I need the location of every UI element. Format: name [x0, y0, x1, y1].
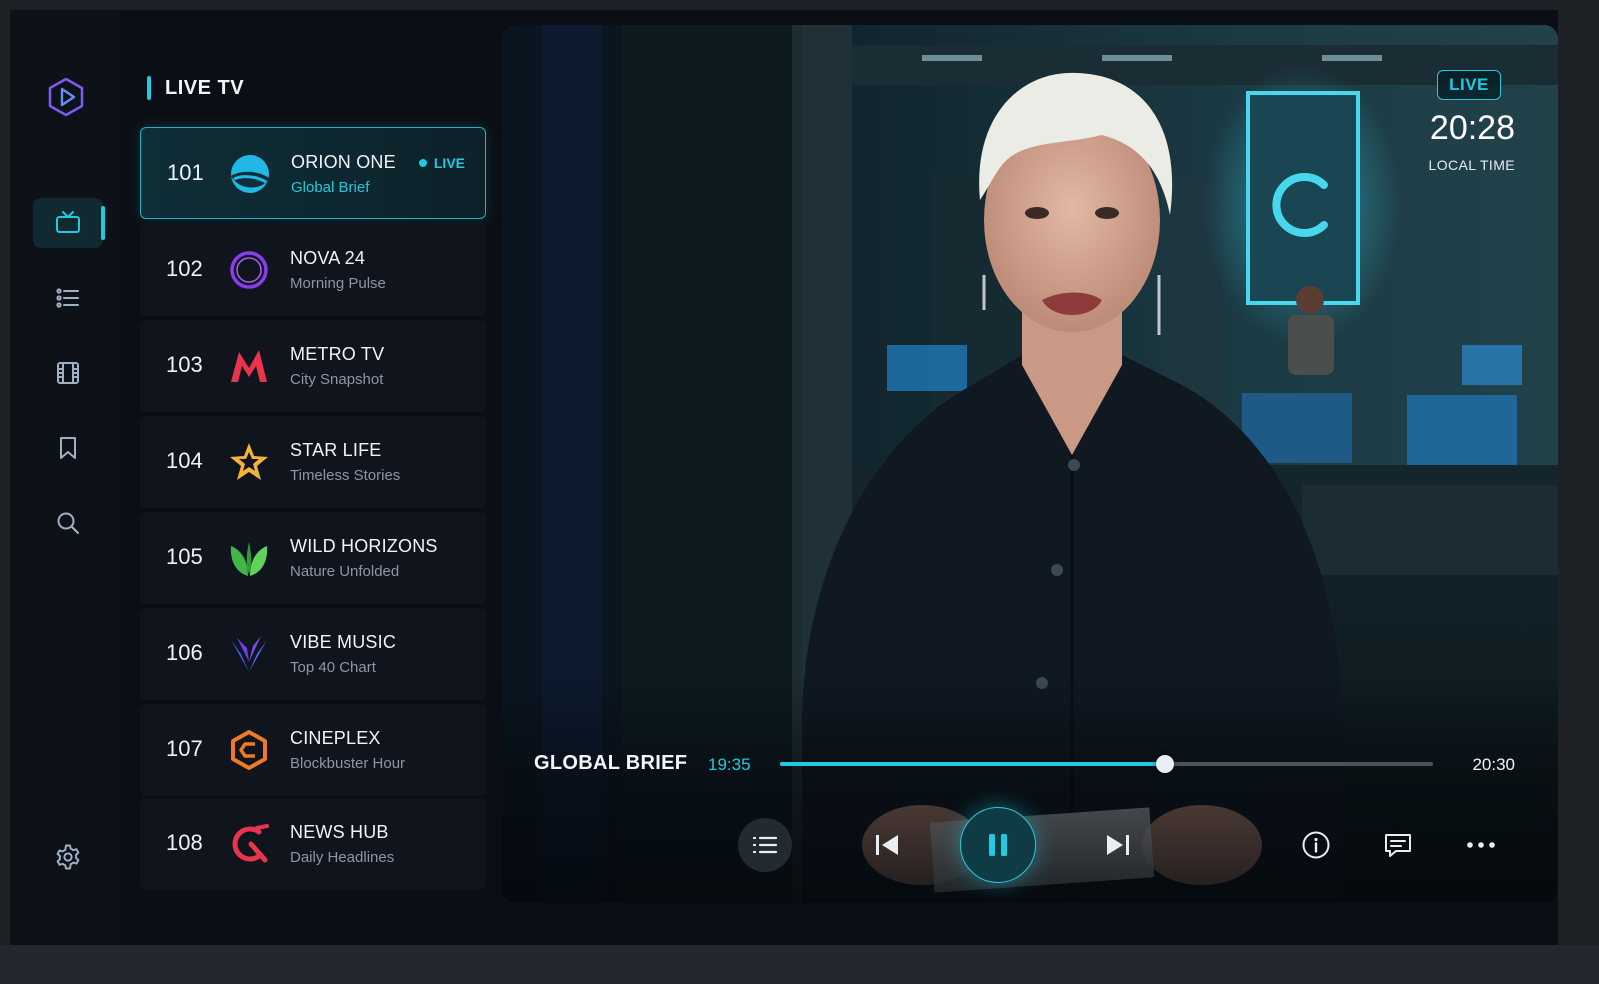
section-title: LIVE TV: [165, 76, 245, 99]
tv-icon: [56, 211, 80, 233]
more-options-button[interactable]: [1457, 821, 1505, 869]
channel-item[interactable]: 105 WILD HORIZONS Nature Unfolded: [140, 512, 486, 604]
channel-name: STAR LIFE: [290, 440, 382, 460]
orion-logo-icon: [231, 155, 269, 193]
cineplex-logo-icon: [231, 730, 267, 770]
app-logo-icon[interactable]: [45, 76, 87, 118]
channel-name: METRO TV: [290, 344, 385, 364]
channel-program: Nature Unfolded: [290, 563, 400, 580]
channel-name: NEWS HUB: [290, 822, 389, 842]
channel-item[interactable]: 106 VIBE MUSIC Top 40 Chart: [140, 608, 486, 700]
clock-label: LOCAL TIME: [1428, 157, 1515, 173]
list-icon: [752, 836, 778, 854]
nav-search[interactable]: [33, 498, 103, 548]
section-header: LIVE TV: [147, 74, 244, 102]
channel-program: Morning Pulse: [290, 275, 386, 292]
channel-item[interactable]: 108 NEWS HUB Daily Headlines: [140, 798, 486, 890]
channel-program: Daily Headlines: [290, 849, 395, 866]
channel-number: 106: [166, 640, 203, 665]
channel-list-panel: LIVE TV 101 ORION ONE Global Brief LIVE …: [121, 10, 502, 945]
channel-item[interactable]: 102 NOVA 24 Morning Pulse: [140, 224, 486, 316]
pause-icon: [989, 834, 1007, 856]
channel-name: ORION ONE: [291, 152, 396, 172]
info-button[interactable]: [1292, 821, 1340, 869]
channel-program: Blockbuster Hour: [290, 755, 406, 772]
nav-live-tv[interactable]: [33, 198, 103, 248]
tv-screen: LIVE TV 101 ORION ONE Global Brief LIVE …: [10, 10, 1558, 945]
nav-guide[interactable]: [33, 273, 103, 323]
leaf-logo-icon: [230, 542, 268, 576]
more-icon: [1467, 842, 1495, 848]
live-dot-icon: [418, 159, 427, 167]
tv-bezel: [0, 945, 1599, 984]
progress-fill: [780, 762, 1166, 766]
start-time: 19:35: [708, 755, 751, 774]
active-nav-indicator: [101, 206, 105, 240]
channel-name: NOVA 24: [290, 248, 366, 268]
channel-name: VIBE MUSIC: [290, 632, 397, 652]
channel-number: 108: [166, 830, 203, 855]
nav-movies[interactable]: [33, 348, 103, 398]
channel-number: 101: [167, 160, 204, 185]
next-button[interactable]: [1094, 821, 1142, 869]
clock-time: 20:28: [1429, 109, 1515, 147]
next-icon: [1107, 835, 1129, 855]
nova-logo-icon: [230, 251, 268, 289]
bookmark-icon: [60, 437, 76, 459]
previous-icon: [876, 835, 898, 855]
channel-program: Timeless Stories: [290, 467, 401, 484]
channel-program: City Snapshot: [290, 371, 384, 388]
search-icon: [57, 512, 80, 535]
nav-rail: [10, 10, 122, 945]
live-label: LIVE: [433, 155, 465, 171]
previous-button[interactable]: [863, 821, 911, 869]
nav-settings[interactable]: [33, 832, 103, 882]
vibe-logo-icon: [231, 636, 267, 672]
title-accent-bar: [147, 76, 151, 100]
newshub-logo-icon: [232, 824, 269, 863]
channel-item[interactable]: 104 STAR LIFE Timeless Stories: [140, 416, 486, 508]
metro-logo-icon: [231, 350, 267, 382]
channel-name: CINEPLEX: [290, 728, 381, 748]
channel-number: 107: [166, 736, 203, 761]
channel-program: Top 40 Chart: [290, 659, 376, 676]
channel-number: 105: [166, 544, 203, 569]
channel-item[interactable]: 103 METRO TV City Snapshot: [140, 320, 486, 412]
channel-number: 102: [166, 256, 203, 281]
channel-number: 103: [166, 352, 203, 377]
chat-icon: [1385, 834, 1411, 857]
subtitles-button[interactable]: [1374, 821, 1422, 869]
star-logo-icon: [230, 443, 268, 480]
channel-name: WILD HORIZONS: [290, 536, 438, 556]
end-time: 20:30: [1472, 755, 1515, 774]
film-icon: [57, 362, 79, 384]
pause-button[interactable]: [960, 807, 1036, 883]
channel-number: 104: [166, 448, 203, 473]
channel-item[interactable]: 101 ORION ONE Global Brief LIVE: [140, 127, 486, 219]
nav-saved[interactable]: [33, 423, 103, 473]
info-icon: [1302, 831, 1330, 859]
progress-bar[interactable]: [780, 755, 1433, 773]
channel-item[interactable]: 107 CINEPLEX Blockbuster Hour: [140, 704, 486, 796]
channel-list-button[interactable]: [738, 818, 792, 872]
now-playing-title: GLOBAL BRIEF: [534, 752, 688, 774]
video-player[interactable]: LIVE 20:28 LOCAL TIME GLOBAL BRIEF 19:35…: [502, 25, 1558, 903]
list-icon: [56, 288, 79, 308]
gear-icon: [56, 844, 80, 870]
live-indicator: LIVE: [418, 155, 465, 171]
channel-program: Global Brief: [291, 179, 370, 196]
live-badge: LIVE: [1437, 70, 1501, 100]
